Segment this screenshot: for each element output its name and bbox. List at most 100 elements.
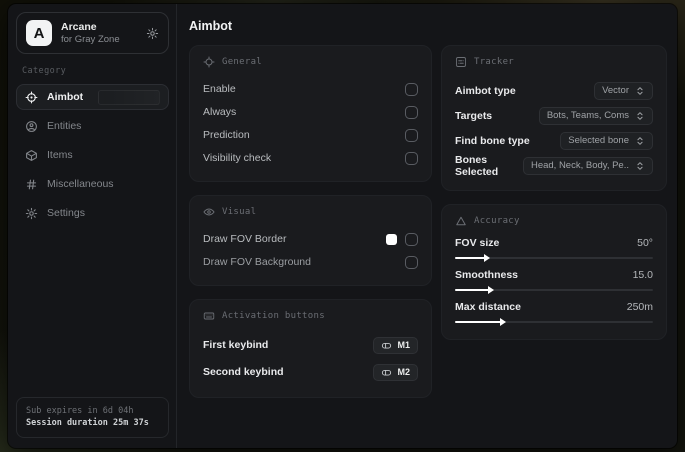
targets-dropdown[interactable]: Bots, Teams, Coms bbox=[538, 106, 653, 125]
slider-max-distance: Max distance 250m bbox=[455, 301, 653, 326]
category-label: Category bbox=[22, 66, 67, 76]
setting-row-prediction: Prediction bbox=[203, 124, 418, 146]
sidebar-item-miscellaneous[interactable]: Miscellaneous bbox=[16, 171, 169, 197]
gear-icon[interactable] bbox=[146, 27, 159, 40]
mouse-icon bbox=[381, 340, 392, 351]
chevrons-up-down-icon bbox=[635, 111, 645, 121]
prediction-checkbox[interactable] bbox=[405, 128, 418, 142]
watermark-ghost bbox=[98, 90, 160, 105]
setting-label: Find bone type bbox=[455, 134, 530, 147]
app-logo-card: A Arcane for Gray Zone bbox=[16, 12, 169, 54]
dropdown-value: Vector bbox=[602, 85, 629, 96]
app-subtitle: for Gray Zone bbox=[61, 33, 120, 45]
dropdown-value: Head, Neck, Body, Pe.. bbox=[530, 160, 629, 171]
visibility-check-checkbox[interactable] bbox=[405, 151, 418, 165]
find-bone-type-dropdown[interactable]: Selected bone bbox=[560, 131, 653, 150]
hash-icon bbox=[25, 178, 38, 191]
always-checkbox[interactable] bbox=[405, 105, 418, 119]
setting-row-aimbot-type: Aimbot type Vector bbox=[455, 78, 653, 103]
sliders-icon bbox=[455, 56, 467, 68]
setting-row-first-keybind: First keybind M1 bbox=[203, 332, 418, 358]
settings-gear-icon bbox=[25, 207, 38, 220]
setting-label: Second keybind bbox=[203, 366, 284, 378]
sidebar-item-aimbot[interactable]: Aimbot bbox=[16, 84, 169, 110]
sidebar-item-label: Entities bbox=[47, 120, 82, 132]
setting-row-second-keybind: Second keybind M2 bbox=[203, 359, 418, 385]
setting-row-bones-selected: Bones Selected Head, Neck, Body, Pe.. bbox=[455, 153, 653, 178]
slider-thumb[interactable] bbox=[499, 318, 506, 326]
setting-row-find-bone-type: Find bone type Selected bone bbox=[455, 128, 653, 153]
setting-label: Prediction bbox=[203, 129, 250, 141]
eye-icon bbox=[203, 206, 215, 218]
slider-smoothness: Smoothness 15.0 bbox=[455, 269, 653, 294]
setting-row-targets: Targets Bots, Teams, Coms bbox=[455, 103, 653, 128]
sidebar-item-items[interactable]: Items bbox=[16, 142, 169, 168]
setting-label: Smoothness bbox=[455, 269, 519, 281]
accuracy-card: Accuracy FOV size 50° Smoothness 15.0 Ma… bbox=[441, 204, 667, 340]
card-title: Accuracy bbox=[474, 216, 520, 226]
triangle-icon bbox=[455, 215, 467, 227]
slider-value: 50° bbox=[637, 237, 653, 249]
setting-row-always: Always bbox=[203, 101, 418, 123]
entities-icon bbox=[25, 120, 38, 133]
setting-label: Targets bbox=[455, 109, 493, 122]
sidebar-item-entities[interactable]: Entities bbox=[16, 113, 169, 139]
setting-row-enable: Enable bbox=[203, 78, 418, 100]
main-content: Aimbot General Enable Always Prediction … bbox=[177, 4, 677, 448]
setting-label: Draw FOV Border bbox=[203, 233, 287, 245]
setting-label: First keybind bbox=[203, 339, 269, 351]
activation-buttons-card: Activation buttons First keybind M1 Seco… bbox=[189, 299, 432, 398]
card-title: Tracker bbox=[474, 57, 515, 67]
bones-selected-dropdown[interactable]: Head, Neck, Body, Pe.. bbox=[522, 156, 653, 175]
card-title: Activation buttons bbox=[222, 311, 325, 321]
crosshair-icon bbox=[25, 91, 38, 104]
sub-expiry-text: Sub expires in 6d 04h bbox=[26, 405, 134, 416]
setting-label: Visibility check bbox=[203, 152, 272, 164]
tracker-card: Tracker Aimbot type Vector Targets Bots,… bbox=[441, 45, 667, 191]
setting-row-draw-fov-background: Draw FOV Background bbox=[203, 251, 418, 273]
draw-fov-border-checkbox[interactable] bbox=[405, 232, 418, 246]
setting-label: Enable bbox=[203, 83, 236, 95]
sidebar-item-label: Miscellaneous bbox=[47, 178, 114, 190]
chevrons-up-down-icon bbox=[635, 136, 645, 146]
setting-label: Always bbox=[203, 106, 237, 118]
setting-label: Max distance bbox=[455, 301, 521, 313]
session-duration-text: Session duration 25m 37s bbox=[26, 418, 149, 429]
app-name: Arcane bbox=[61, 20, 97, 33]
fov-border-color-swatch[interactable] bbox=[386, 233, 397, 245]
setting-label: Bones Selected bbox=[455, 153, 499, 178]
sidebar-item-settings[interactable]: Settings bbox=[16, 200, 169, 226]
enable-checkbox[interactable] bbox=[405, 82, 418, 96]
subscription-info-card: Sub expires in 6d 04h Session duration 2… bbox=[16, 396, 169, 438]
sidebar-item-label: Settings bbox=[47, 207, 85, 219]
slider-thumb[interactable] bbox=[487, 286, 494, 294]
setting-label: FOV size bbox=[455, 237, 500, 249]
dropdown-value: Selected bone bbox=[568, 135, 629, 146]
package-icon bbox=[25, 149, 38, 162]
slider-thumb[interactable] bbox=[483, 254, 490, 262]
app-logo: A bbox=[26, 20, 52, 46]
crosshair-icon bbox=[203, 56, 215, 68]
app-window: A Arcane for Gray Zone Category Aimbot E… bbox=[8, 4, 677, 448]
slider-value: 250m bbox=[626, 301, 653, 313]
chevrons-up-down-icon bbox=[635, 161, 645, 171]
first-keybind-button[interactable]: M1 bbox=[373, 336, 418, 354]
setting-label: Draw FOV Background bbox=[203, 256, 311, 268]
setting-row-visibility-check: Visibility check bbox=[203, 147, 418, 169]
card-title: Visual bbox=[222, 207, 257, 217]
sidebar-item-label: Items bbox=[47, 149, 73, 161]
dropdown-value: Bots, Teams, Coms bbox=[546, 110, 629, 121]
draw-fov-background-checkbox[interactable] bbox=[405, 255, 418, 269]
aimbot-type-dropdown[interactable]: Vector bbox=[594, 81, 653, 100]
fov-size-slider[interactable] bbox=[455, 254, 653, 262]
setting-label: Aimbot type bbox=[455, 84, 516, 97]
second-keybind-button[interactable]: M2 bbox=[373, 363, 418, 381]
smoothness-slider[interactable] bbox=[455, 286, 653, 294]
visual-card: Visual Draw FOV Border Draw FOV Backgrou… bbox=[189, 195, 432, 286]
sidebar-item-label: Aimbot bbox=[47, 91, 84, 103]
setting-row-draw-fov-border: Draw FOV Border bbox=[203, 228, 418, 250]
chevrons-up-down-icon bbox=[635, 86, 645, 96]
page-title: Aimbot bbox=[189, 19, 233, 33]
max-distance-slider[interactable] bbox=[455, 318, 653, 326]
card-title: General bbox=[222, 57, 263, 67]
